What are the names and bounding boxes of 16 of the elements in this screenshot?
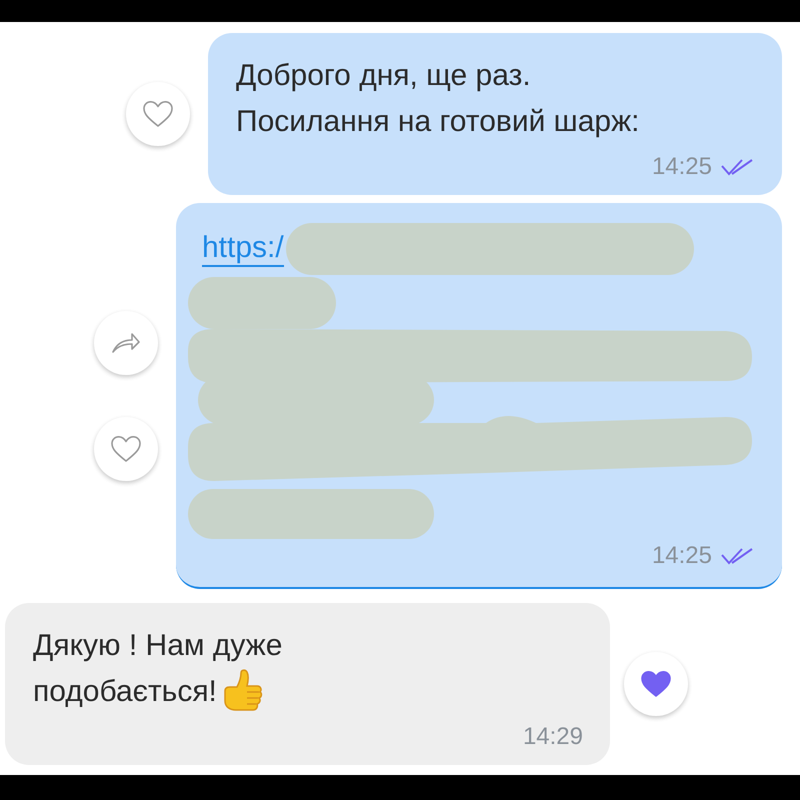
- heart-icon: [640, 670, 672, 698]
- message-time: 14:29: [522, 723, 583, 751]
- message-text: Посилання на готовий шарж:: [236, 104, 640, 140]
- message-time: 14:25: [652, 541, 712, 571]
- forward-button[interactable]: [94, 311, 158, 375]
- like-button[interactable]: [624, 652, 688, 716]
- message-link[interactable]: https:/: [202, 231, 284, 267]
- message-text: подобається!: [33, 674, 217, 710]
- heart-icon: [142, 100, 174, 128]
- message-text: Дякую ! Нам дуже: [33, 628, 282, 664]
- share-arrow-icon: [111, 332, 141, 354]
- message-text: Доброго дня, ще раз.: [236, 58, 531, 94]
- message-time: 14:25: [652, 153, 712, 181]
- heart-icon: [110, 435, 142, 463]
- like-button[interactable]: [126, 82, 190, 146]
- like-button[interactable]: [94, 417, 158, 481]
